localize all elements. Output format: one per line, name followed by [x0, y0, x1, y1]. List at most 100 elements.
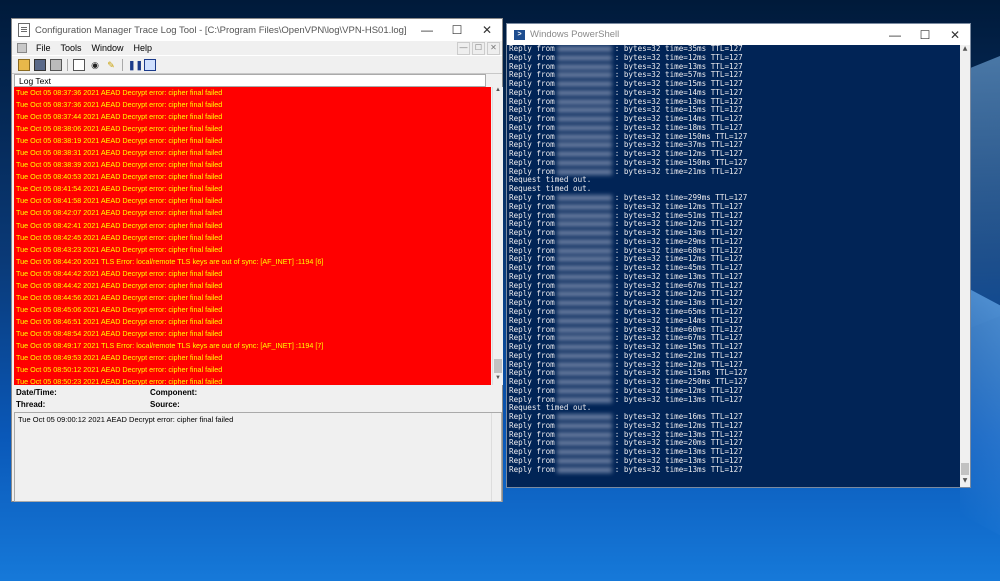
redacted-ip: [556, 361, 612, 368]
log-entry[interactable]: Tue Oct 05 08:44:56 2021 AEAD Decrypt er…: [14, 292, 491, 304]
reply-stats: : bytes=32 time=12ms TTL=127: [614, 359, 743, 369]
reply-prefix: Reply from: [509, 201, 555, 211]
reply-stats: : bytes=32 time=12ms TTL=127: [614, 420, 743, 430]
reply-stats: : bytes=32 time=15ms TTL=127: [614, 342, 743, 352]
menu-file[interactable]: File: [31, 43, 56, 53]
reply-stats: : bytes=32 time=250ms TTL=127: [614, 377, 748, 387]
log-entry[interactable]: Tue Oct 05 08:42:41 2021 AEAD Decrypt er…: [14, 220, 491, 232]
reply-prefix: Reply from: [509, 140, 555, 150]
reply-prefix: Reply from: [509, 79, 555, 89]
log-entry[interactable]: Tue Oct 05 08:42:07 2021 AEAD Decrypt er…: [14, 207, 491, 219]
log-entry[interactable]: Tue Oct 05 08:49:53 2021 AEAD Decrypt er…: [14, 352, 491, 364]
menu-bar: File Tools Window Help — ☐ ✕: [12, 41, 502, 55]
maximize-button[interactable]: ☐: [442, 19, 472, 41]
log-scrollbar[interactable]: ▲ ▼: [492, 87, 503, 385]
log-entry[interactable]: Tue Oct 05 08:48:54 2021 AEAD Decrypt er…: [14, 328, 491, 340]
close-button[interactable]: ✕: [472, 19, 502, 41]
scroll-up-icon[interactable]: ▲: [960, 45, 970, 52]
copy-icon[interactable]: [73, 58, 85, 71]
menu-tools[interactable]: Tools: [56, 43, 87, 53]
reply-stats: : bytes=32 time=15ms TTL=127: [614, 79, 743, 89]
powershell-window: > Windows PowerShell — ☐ ✕ Reply from: b…: [506, 23, 971, 488]
menu-help[interactable]: Help: [129, 43, 158, 53]
redacted-ip: [556, 238, 612, 245]
reply-prefix: Reply from: [509, 315, 555, 325]
console-output[interactable]: Reply from: bytes=32 time=35ms TTL=127 Re…: [507, 45, 961, 487]
print-icon[interactable]: [50, 58, 62, 71]
log-entry[interactable]: Tue Oct 05 08:44:20 2021 TLS Error: loca…: [14, 256, 491, 268]
redacted-ip: [556, 308, 612, 315]
reply-stats: : bytes=32 time=20ms TTL=127: [614, 438, 743, 448]
mdi-minimize-button[interactable]: —: [457, 41, 470, 55]
close-button[interactable]: ✕: [940, 24, 970, 46]
log-entry[interactable]: Tue Oct 05 08:38:31 2021 AEAD Decrypt er…: [14, 147, 491, 159]
redacted-ip: [556, 414, 612, 421]
log-entry[interactable]: Tue Oct 05 08:41:58 2021 AEAD Decrypt er…: [14, 195, 491, 207]
minimize-button[interactable]: —: [880, 24, 910, 46]
scroll-down-icon[interactable]: ▼: [960, 477, 970, 484]
log-entry[interactable]: Tue Oct 05 08:44:42 2021 AEAD Decrypt er…: [14, 280, 491, 292]
log-entry[interactable]: Tue Oct 05 08:37:36 2021 AEAD Decrypt er…: [14, 87, 491, 99]
mdi-maximize-button[interactable]: ☐: [472, 41, 485, 55]
log-list[interactable]: Tue Oct 05 08:37:36 2021 AEAD Decrypt er…: [14, 87, 491, 385]
log-entry[interactable]: Tue Oct 05 08:37:36 2021 AEAD Decrypt er…: [14, 99, 491, 111]
pause-icon[interactable]: ❚❚: [128, 59, 143, 71]
message-scrollbar[interactable]: [491, 413, 501, 501]
log-entry[interactable]: Tue Oct 05 08:38:39 2021 AEAD Decrypt er…: [14, 159, 491, 171]
log-entry[interactable]: Tue Oct 05 08:44:42 2021 AEAD Decrypt er…: [14, 268, 491, 280]
reply-prefix: Reply from: [509, 96, 555, 106]
redacted-ip: [556, 151, 612, 158]
reply-prefix: Reply from: [509, 114, 555, 124]
reply-prefix: Reply from: [509, 131, 555, 141]
reply-stats: : bytes=32 time=13ms TTL=127: [614, 394, 743, 404]
log-entry[interactable]: Tue Oct 05 08:46:51 2021 AEAD Decrypt er…: [14, 316, 491, 328]
log-entry[interactable]: Tue Oct 05 08:45:06 2021 AEAD Decrypt er…: [14, 304, 491, 316]
message-detail-box[interactable]: Tue Oct 05 09:00:12 2021 AEAD Decrypt er…: [14, 412, 502, 502]
log-entry[interactable]: Tue Oct 05 08:42:45 2021 AEAD Decrypt er…: [14, 232, 491, 244]
log-entry[interactable]: Tue Oct 05 08:43:23 2021 AEAD Decrypt er…: [14, 244, 491, 256]
redacted-ip: [556, 370, 612, 377]
console-scrollbar[interactable]: ▲ ▼: [960, 45, 970, 487]
reply-prefix: Reply from: [509, 429, 555, 439]
redacted-ip: [556, 300, 612, 307]
scroll-up-icon[interactable]: ▲: [493, 87, 503, 93]
open-icon[interactable]: [18, 58, 30, 71]
view-icon[interactable]: [144, 58, 156, 71]
log-entry[interactable]: Tue Oct 05 08:50:12 2021 AEAD Decrypt er…: [14, 364, 491, 376]
scrollbar-thumb[interactable]: [961, 463, 969, 475]
log-text-column-header[interactable]: Log Text: [14, 74, 486, 87]
log-entry[interactable]: Tue Oct 05 08:38:19 2021 AEAD Decrypt er…: [14, 135, 491, 147]
reply-stats: : bytes=32 time=60ms TTL=127: [614, 324, 743, 334]
reply-stats: : bytes=32 time=12ms TTL=127: [614, 219, 743, 229]
redacted-ip: [556, 116, 612, 123]
redacted-ip: [556, 449, 612, 456]
menu-window[interactable]: Window: [87, 43, 129, 53]
redacted-ip: [556, 89, 612, 96]
maximize-button[interactable]: ☐: [910, 24, 940, 46]
scroll-down-icon[interactable]: ▼: [493, 375, 503, 381]
redacted-ip: [556, 230, 612, 237]
highlight-icon[interactable]: ✎: [105, 59, 117, 71]
redacted-ip: [556, 291, 612, 298]
log-entry[interactable]: Tue Oct 05 08:40:53 2021 AEAD Decrypt er…: [14, 171, 491, 183]
powershell-icon: >: [514, 29, 525, 40]
mdi-close-button[interactable]: ✕: [487, 41, 500, 55]
document-icon[interactable]: [17, 43, 27, 53]
powershell-titlebar[interactable]: > Windows PowerShell — ☐ ✕: [507, 24, 970, 45]
save-icon[interactable]: [34, 58, 46, 71]
reply-prefix: Reply from: [509, 377, 555, 387]
redacted-ip: [556, 440, 612, 447]
scrollbar-thumb[interactable]: [494, 359, 502, 373]
reply-prefix: Reply from: [509, 420, 555, 430]
log-entry[interactable]: Tue Oct 05 08:37:44 2021 AEAD Decrypt er…: [14, 111, 491, 123]
find-icon[interactable]: ◉: [89, 59, 101, 71]
log-entry[interactable]: Tue Oct 05 08:50:23 2021 AEAD Decrypt er…: [14, 376, 491, 385]
log-entry[interactable]: Tue Oct 05 08:41:54 2021 AEAD Decrypt er…: [14, 183, 491, 195]
reply-stats: : bytes=32 time=29ms TTL=127: [614, 236, 743, 246]
reply-stats: : bytes=32 time=12ms TTL=127: [614, 201, 743, 211]
log-entry[interactable]: Tue Oct 05 08:38:06 2021 AEAD Decrypt er…: [14, 123, 491, 135]
log-details-panel: Date/Time: Component: Thread: Source:: [12, 385, 502, 412]
minimize-button[interactable]: —: [412, 19, 442, 41]
log-entry[interactable]: Tue Oct 05 08:49:17 2021 TLS Error: loca…: [14, 340, 491, 352]
cmtrace-titlebar[interactable]: Configuration Manager Trace Log Tool - […: [12, 19, 502, 41]
